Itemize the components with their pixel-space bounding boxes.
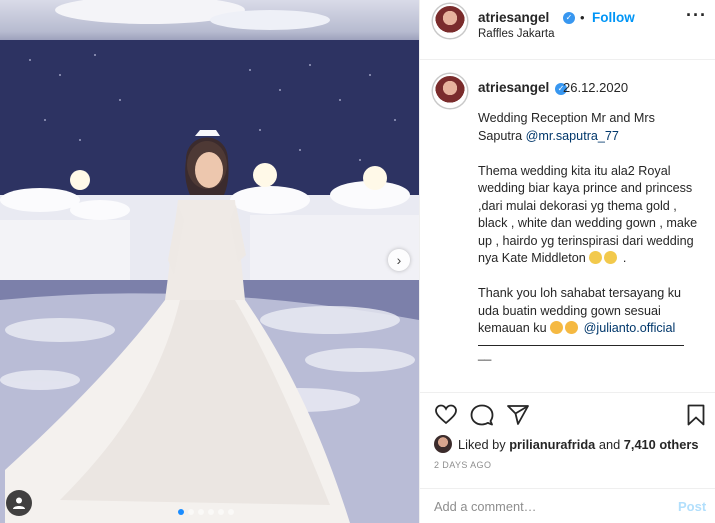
caption-username[interactable]: atriesangel: [478, 80, 549, 95]
carousel-dot: [228, 509, 234, 515]
grimace-emoji-icon: [589, 251, 603, 264]
author-username[interactable]: atriesangel: [478, 10, 549, 25]
caption-divider-tail: __: [478, 347, 492, 361]
bookmark-icon[interactable]: [684, 403, 708, 427]
caption-paragraph: Thank you loh sahabat tersayang ku uda b…: [478, 285, 698, 338]
caption-author: atriesangel ✓: [478, 80, 567, 95]
mention-link[interactable]: @julianto.official: [584, 321, 676, 335]
user-tag-icon: [13, 497, 25, 509]
separator-dot: •: [580, 10, 585, 25]
likes-mid: and: [598, 436, 621, 452]
likes-prefix: Liked by: [458, 436, 506, 452]
kiss-emoji-icon: [550, 321, 564, 334]
comment-bar: Post: [420, 488, 715, 523]
follow-button[interactable]: Follow: [592, 10, 635, 25]
carousel-dot: [188, 509, 194, 515]
caption-paragraph: Wedding Reception Mr and Mrs Saputra @mr…: [478, 110, 698, 145]
likes-count-link[interactable]: 7,410 others: [624, 437, 699, 452]
liker-username[interactable]: prilianurafrida: [509, 437, 595, 452]
likes-summary: Liked by prilianurafrida and 7,410 other…: [434, 435, 698, 453]
caption-author-avatar[interactable]: [433, 74, 467, 108]
caption-date: 26.12.2020: [563, 80, 629, 95]
carousel-next-button[interactable]: ›: [388, 249, 410, 271]
caption-paragraph: Thema wedding kita itu ala2 Royal weddin…: [478, 163, 698, 268]
carousel-dot: [178, 509, 184, 515]
wedding-photo-image: [0, 0, 419, 523]
share-icon[interactable]: [506, 403, 530, 427]
post-actions: Liked by prilianurafrida and 7,410 other…: [420, 392, 715, 492]
caption-text-span: .: [619, 251, 627, 265]
post-header: atriesangel ✓ • Follow Raffles Jakarta ·…: [420, 0, 715, 60]
carousel-dot: [208, 509, 214, 515]
comment-icon[interactable]: [470, 403, 494, 427]
more-options-icon[interactable]: ···: [686, 6, 707, 24]
carousel-dot: [198, 509, 204, 515]
caption-text-span: Thema wedding kita itu ala2 Royal weddin…: [478, 163, 698, 266]
heart-icon[interactable]: [434, 403, 458, 427]
grimace-emoji-icon: [604, 251, 618, 264]
tagged-users-button[interactable]: [6, 490, 32, 516]
verified-badge-icon: ✓: [563, 12, 575, 24]
post-photo[interactable]: ›: [0, 0, 419, 523]
post-side-panel: atriesangel ✓ • Follow Raffles Jakarta ·…: [419, 0, 715, 523]
caption-section: atriesangel ✓ 26.12.2020 Wedding Recepti…: [420, 61, 715, 391]
post-location[interactable]: Raffles Jakarta: [478, 28, 555, 40]
carousel-indicator: [178, 509, 234, 515]
post-timestamp[interactable]: 2 DAYS AGO: [434, 460, 491, 470]
liker-avatar[interactable]: [434, 435, 452, 453]
author-avatar[interactable]: [433, 4, 467, 38]
carousel-dot: [218, 509, 224, 515]
post-comment-button[interactable]: Post: [678, 499, 706, 514]
chevron-right-icon: ›: [396, 252, 402, 268]
caption-text: Wedding Reception Mr and Mrs Saputra @mr…: [478, 110, 698, 364]
mention-link[interactable]: @mr.saputra_77: [526, 129, 619, 143]
comment-input[interactable]: [434, 499, 654, 514]
kiss-emoji-icon: [565, 321, 579, 334]
